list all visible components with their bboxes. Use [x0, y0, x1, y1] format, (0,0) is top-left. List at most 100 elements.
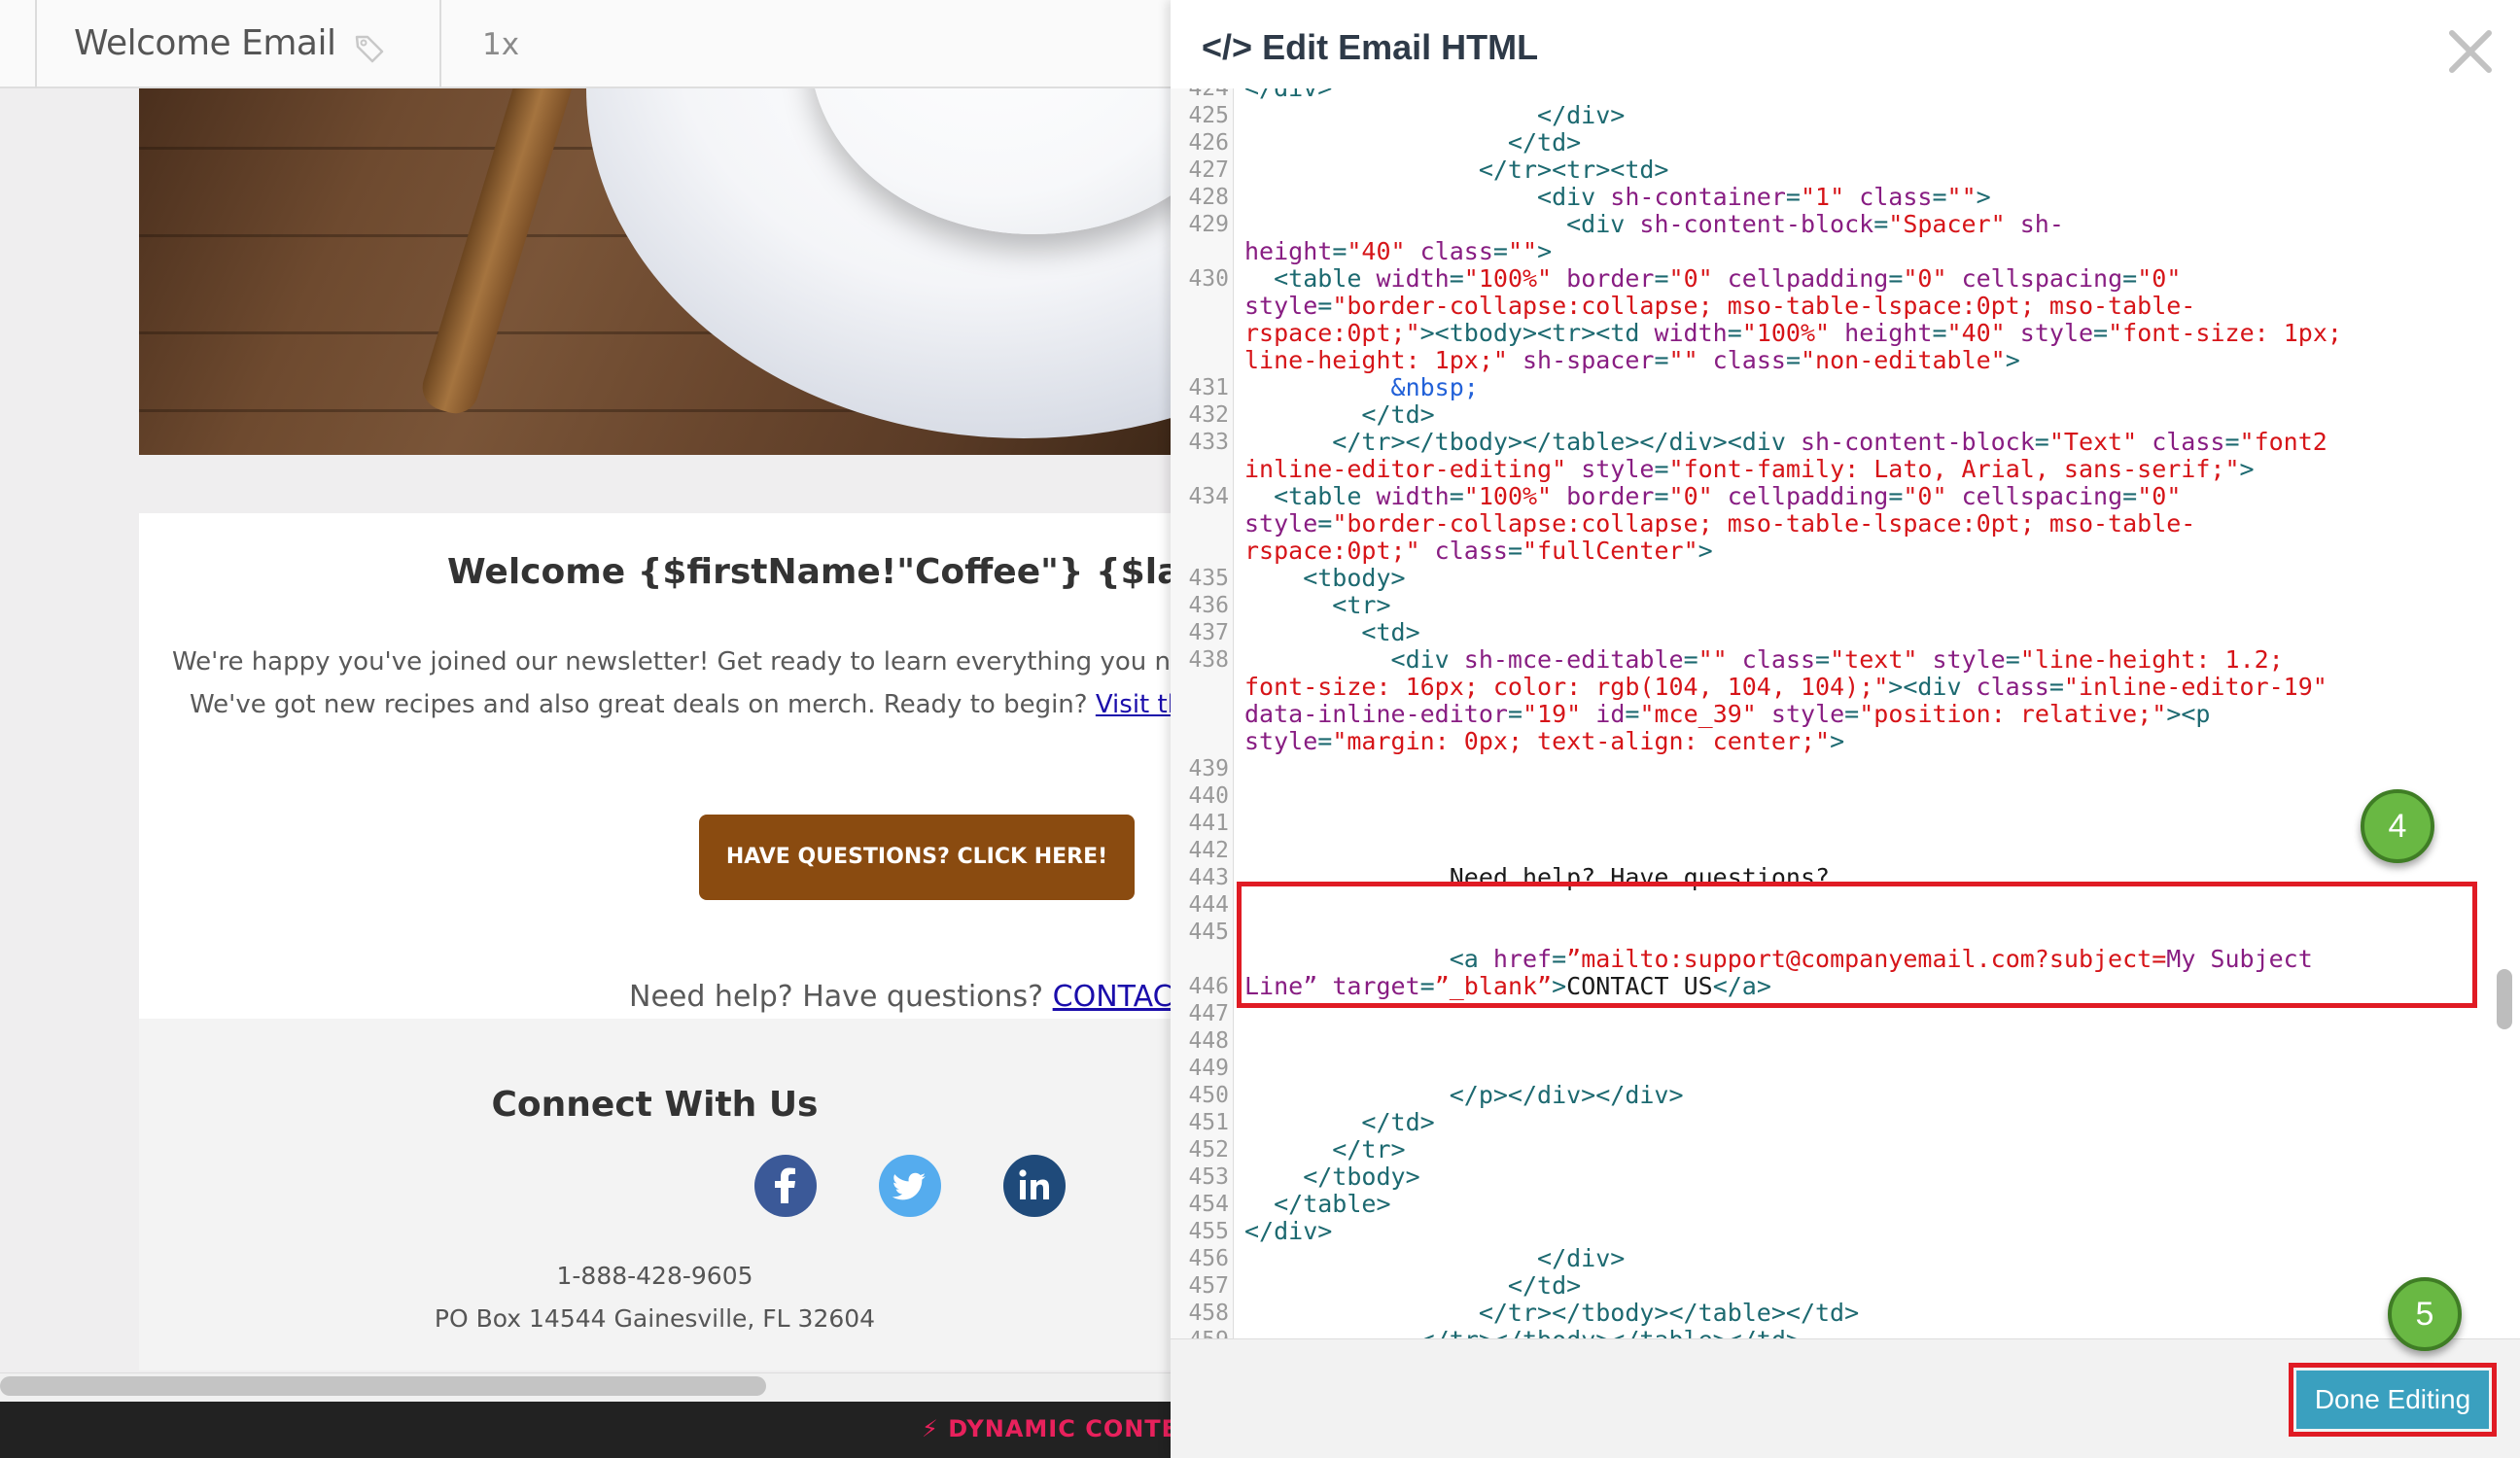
edit-html-panel: </> Edit Email HTML 424 425 426 427 428 … — [1171, 0, 2520, 1458]
help-text: Need help? Have questions? — [629, 980, 1053, 1014]
code-line[interactable]: &nbsp; — [1244, 374, 1479, 401]
code-line[interactable]: height="40" class=""> — [1244, 238, 1552, 265]
line-number: 451 — [1188, 1110, 1229, 1135]
email-body-section: Welcome {$firstName!"Coffee"} {$lastNa W… — [139, 513, 1171, 1019]
code-line[interactable]: <table width="100%" border="0" cellpaddi… — [1244, 483, 2181, 510]
code-line[interactable]: </tr></tbody></table></div><div sh-conte… — [1244, 429, 2328, 456]
intro-text-2-prefix: We've got new recipes and also great dea… — [190, 690, 1096, 719]
line-number: 457 — [1188, 1273, 1229, 1299]
email-footer-section: Connect With Us 1-888-428-9605 PO Box 14… — [139, 1019, 1171, 1371]
line-number: 454 — [1188, 1192, 1229, 1217]
code-line[interactable]: </div> — [1244, 1218, 1332, 1245]
code-line[interactable]: </td> — [1244, 1109, 1434, 1136]
line-number: 455 — [1188, 1219, 1229, 1244]
horizontal-scroll-thumb[interactable] — [0, 1376, 766, 1396]
toolbar-divider — [35, 0, 37, 88]
facebook-icon[interactable] — [754, 1155, 817, 1217]
line-number: 428 — [1188, 185, 1229, 210]
code-line[interactable]: font-size: 16px; color: rgb(104, 104, 10… — [1244, 674, 2328, 701]
line-number: 445 — [1188, 920, 1229, 945]
line-number: 439 — [1188, 756, 1229, 781]
code-line[interactable]: </p></div></div> — [1244, 1082, 1684, 1109]
line-number: 452 — [1188, 1137, 1229, 1163]
code-line[interactable]: </tbody> — [1244, 1163, 1419, 1191]
line-number: 458 — [1188, 1301, 1229, 1326]
code-line[interactable]: </td> — [1244, 401, 1434, 429]
toolbar-divider — [439, 0, 441, 88]
panel-title-text: Edit Email HTML — [1262, 27, 1539, 67]
panel-title: </> Edit Email HTML — [1202, 27, 1538, 68]
code-line[interactable]: inline-editor-editing" style="font-famil… — [1244, 456, 2255, 483]
line-number: 438 — [1188, 647, 1229, 673]
line-number: 443 — [1188, 865, 1229, 890]
code-line[interactable]: <tbody> — [1244, 565, 1405, 592]
vertical-scroll-thumb[interactable] — [2497, 969, 2512, 1029]
code-line[interactable]: </table> — [1244, 1191, 1390, 1218]
intro-text-2: We've got new recipes and also great dea… — [190, 690, 1171, 719]
code-line[interactable]: rspace:0pt;"><tbody><tr><td width="100%"… — [1244, 320, 2342, 347]
code-line[interactable]: <table width="100%" border="0" cellpaddi… — [1244, 265, 2181, 293]
line-number: 432 — [1188, 402, 1229, 428]
code-line[interactable]: </tr><tr><td> — [1244, 156, 1669, 184]
code-line[interactable]: line-height: 1px;" sh-spacer="" class="n… — [1244, 347, 2020, 374]
line-number: 459 — [1171, 1327, 1229, 1338]
tag-icon[interactable] — [354, 33, 385, 64]
twitter-icon[interactable] — [879, 1155, 941, 1217]
contact-us-link[interactable]: CONTACT U — [1053, 980, 1171, 1014]
line-number: 449 — [1188, 1056, 1229, 1081]
linkedin-icon[interactable] — [1003, 1155, 1066, 1217]
visit-home-link[interactable]: Visit the hom — [1096, 690, 1171, 719]
line-number: 456 — [1188, 1246, 1229, 1271]
code-line[interactable]: </div> — [1244, 88, 1332, 102]
line-number: 453 — [1188, 1164, 1229, 1190]
step-badge-4: 4 — [2361, 789, 2434, 863]
footer-address: PO Box 14544 Gainesville, FL 32604 — [434, 1304, 876, 1333]
line-number: 435 — [1188, 566, 1229, 591]
email-name-title[interactable]: Welcome Email — [74, 23, 336, 63]
connect-heading: Connect With Us — [491, 1085, 819, 1125]
code-line[interactable]: data-inline-editor="19" id="mce_39" styl… — [1244, 701, 2210, 728]
line-number: 436 — [1188, 593, 1229, 618]
line-number: 431 — [1188, 375, 1229, 400]
line-number: 434 — [1188, 484, 1229, 509]
highlighted-code-region — [1237, 882, 2477, 1008]
line-number: 450 — [1188, 1083, 1229, 1108]
footer-phone: 1-888-428-9605 — [556, 1262, 753, 1290]
have-questions-button[interactable]: HAVE QUESTIONS? CLICK HERE! — [699, 815, 1135, 900]
code-line[interactable]: <td> — [1244, 619, 1419, 646]
zoom-level[interactable]: 1x — [482, 27, 519, 62]
dynamic-content-label[interactable]: ⚡ DYNAMIC CONTEN — [922, 1415, 1171, 1442]
line-number: 442 — [1188, 838, 1229, 863]
code-line[interactable]: <div sh-content-block="Spacer" sh- — [1244, 211, 2064, 238]
line-number: 444 — [1188, 892, 1229, 918]
line-number: 430 — [1188, 266, 1229, 292]
code-editor[interactable]: 424 425 426 427 428 429 430 431 432 433 … — [1171, 88, 2520, 1338]
close-icon[interactable] — [2444, 25, 2497, 78]
line-number: 433 — [1188, 430, 1229, 455]
code-line[interactable]: </td> — [1244, 1272, 1581, 1300]
step-badge-5: 5 — [2388, 1277, 2462, 1351]
line-number: 429 — [1188, 212, 1229, 237]
code-line[interactable]: </tr></tbody></table></td> — [1244, 1300, 1859, 1327]
done-editing-button[interactable]: Done Editing — [2296, 1371, 2489, 1429]
code-line[interactable]: style="margin: 0px; text-align: center;"… — [1244, 728, 1844, 755]
code-line[interactable]: <div sh-container="1" class=""> — [1244, 184, 1991, 211]
code-line[interactable]: <div sh-mce-editable="" class="text" sty… — [1244, 646, 2284, 674]
code-line[interactable]: <tr> — [1244, 592, 1390, 619]
code-line[interactable]: rspace:0pt;" class="fullCenter"> — [1244, 538, 1713, 565]
editor-footer: Done Editing — [1171, 1338, 2520, 1458]
code-line[interactable]: </div> — [1244, 102, 1625, 129]
code-line[interactable]: </td> — [1244, 129, 1581, 156]
email-preview-pane: Welcome Email 1x Welcome {$firstName!"Co… — [0, 0, 1171, 1458]
code-icon: </> — [1202, 27, 1253, 67]
line-number: 447 — [1188, 1001, 1229, 1026]
line-number: 446 — [1188, 974, 1229, 999]
line-number: 427 — [1188, 157, 1229, 183]
line-number: 424 — [1188, 88, 1229, 101]
line-number: 448 — [1188, 1028, 1229, 1054]
code-line[interactable]: </tr> — [1244, 1136, 1405, 1163]
code-line[interactable]: </div> — [1244, 1245, 1625, 1272]
code-line[interactable]: style="border-collapse:collapse; mso-tab… — [1244, 293, 2195, 320]
code-line[interactable]: </tr></tbody></table></td> — [1244, 1327, 1801, 1339]
code-line[interactable]: style="border-collapse:collapse; mso-tab… — [1244, 510, 2195, 538]
